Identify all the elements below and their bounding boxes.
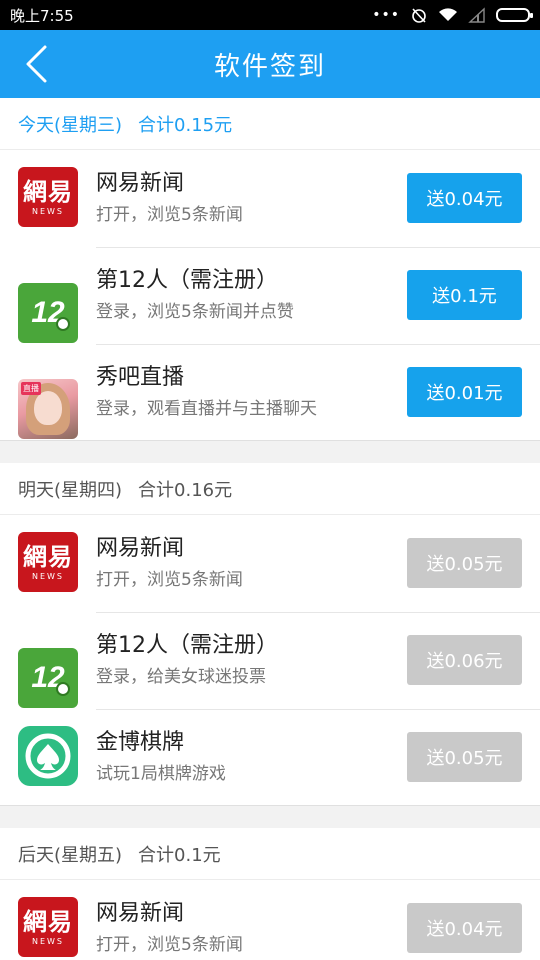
reward-button: 送0.05元 — [407, 732, 522, 782]
app-task: 登录，给美女球迷投票 — [96, 667, 266, 687]
app-task: 打开，浏览5条新闻 — [96, 935, 243, 955]
reward-button[interactable]: 送0.04元 — [407, 173, 522, 223]
section-day: 今天(星期三) — [18, 114, 123, 136]
netease-icon-sub: NEWS — [31, 936, 65, 946]
reward-button[interactable]: 送0.01元 — [407, 367, 522, 417]
app-task: 登录，观看直播并与主播聊天 — [96, 399, 317, 419]
app-name: 第12人（需注册） — [96, 633, 278, 658]
list-item[interactable]: 網易 NEWS 网易新闻 打开，浏览5条新闻 送0.05元 — [0, 515, 540, 612]
status-time: 晚上7:55 — [10, 6, 74, 25]
xiuba-live-icon: 直播 — [18, 379, 78, 439]
day-section-day-after: 后天(星期五) 合计0.1元 網易 NEWS 网易新闻 打开，浏览5条新闻 送0… — [0, 828, 540, 960]
live-tag: 直播 — [21, 382, 41, 395]
alarm-off-icon — [412, 8, 426, 23]
reward-button: 送0.04元 — [407, 903, 522, 953]
netease-news-icon: 網易 NEWS — [18, 897, 78, 957]
title-bar: 软件签到 — [0, 30, 540, 98]
spade-logo-icon — [25, 733, 71, 779]
app-task: 登录，浏览5条新闻并点赞 — [96, 302, 294, 322]
list-item[interactable]: 12 第12人（需注册） 登录，浏览5条新闻并点赞 送0.1元 — [0, 247, 540, 344]
jinbo-chess-icon — [18, 726, 78, 786]
section-header: 明天(星期四) 合计0.16元 — [0, 463, 540, 515]
section-header: 今天(星期三) 合计0.15元 — [0, 98, 540, 150]
back-arrow-icon — [26, 45, 47, 83]
netease-icon-main: 網易 — [23, 176, 73, 206]
reward-button: 送0.05元 — [407, 538, 522, 588]
page-title: 软件签到 — [213, 51, 326, 82]
soccer-ball-icon — [56, 316, 70, 331]
status-bar: 晚上7:55 ••• — [0, 0, 540, 30]
app-name: 秀吧直播 — [96, 365, 185, 390]
netease-icon-sub: NEWS — [31, 206, 65, 216]
list-item[interactable]: 直播 秀吧直播 登录，观看直播并与主播聊天 送0.01元 — [0, 344, 540, 441]
more-dots-icon: ••• — [372, 7, 400, 23]
day-section-tomorrow: 明天(星期四) 合计0.16元 網易 NEWS 网易新闻 打开，浏览5条新闻 送… — [0, 463, 540, 806]
soccer-ball-icon — [56, 681, 70, 696]
reward-button[interactable]: 送0.1元 — [407, 270, 522, 320]
list-item[interactable]: 網易 NEWS 网易新闻 打开，浏览5条新闻 送0.04元 — [0, 880, 540, 960]
section-total: 合计0.16元 — [138, 479, 233, 501]
netease-icon-sub: NEWS — [31, 571, 65, 581]
app-task: 试玩1局棋牌游戏 — [96, 764, 226, 784]
portrait-face — [34, 391, 62, 425]
list-item[interactable]: 網易 NEWS 网易新闻 打开，浏览5条新闻 送0.04元 — [0, 150, 540, 247]
sign-in-list[interactable]: 今天(星期三) 合计0.15元 網易 NEWS 网易新闻 打开，浏览5条新闻 送… — [0, 98, 540, 960]
section-total: 合计0.1元 — [138, 844, 221, 866]
app-name: 网易新闻 — [96, 901, 185, 926]
12ren-icon: 12 — [18, 647, 78, 708]
reward-button: 送0.06元 — [407, 635, 522, 685]
app-task: 打开，浏览5条新闻 — [96, 570, 243, 590]
wifi-icon — [439, 8, 457, 21]
netease-icon-main: 網易 — [23, 906, 73, 936]
12ren-icon: 12 — [18, 282, 78, 343]
list-item[interactable]: 12 第12人（需注册） 登录，给美女球迷投票 送0.06元 — [0, 612, 540, 709]
app-name: 金博棋牌 — [96, 730, 185, 755]
app-name: 网易新闻 — [96, 536, 185, 561]
section-total: 合计0.15元 — [138, 114, 233, 136]
back-button[interactable] — [14, 42, 58, 86]
signal-icon — [468, 7, 485, 23]
app-task: 打开，浏览5条新闻 — [96, 205, 243, 225]
netease-news-icon: 網易 NEWS — [18, 532, 78, 592]
day-section-today: 今天(星期三) 合计0.15元 網易 NEWS 网易新闻 打开，浏览5条新闻 送… — [0, 98, 540, 441]
netease-news-icon: 網易 NEWS — [18, 167, 78, 227]
status-icons: ••• — [372, 6, 533, 24]
app-name: 网易新闻 — [96, 171, 185, 196]
section-day: 后天(星期五) — [18, 844, 123, 866]
list-item[interactable]: 金博棋牌 试玩1局棋牌游戏 送0.05元 — [0, 709, 540, 806]
app-name: 第12人（需注册） — [96, 268, 278, 293]
section-header: 后天(星期五) 合计0.1元 — [0, 828, 540, 880]
section-day: 明天(星期四) — [18, 479, 123, 501]
battery-icon — [496, 8, 533, 22]
netease-icon-main: 網易 — [23, 541, 73, 571]
